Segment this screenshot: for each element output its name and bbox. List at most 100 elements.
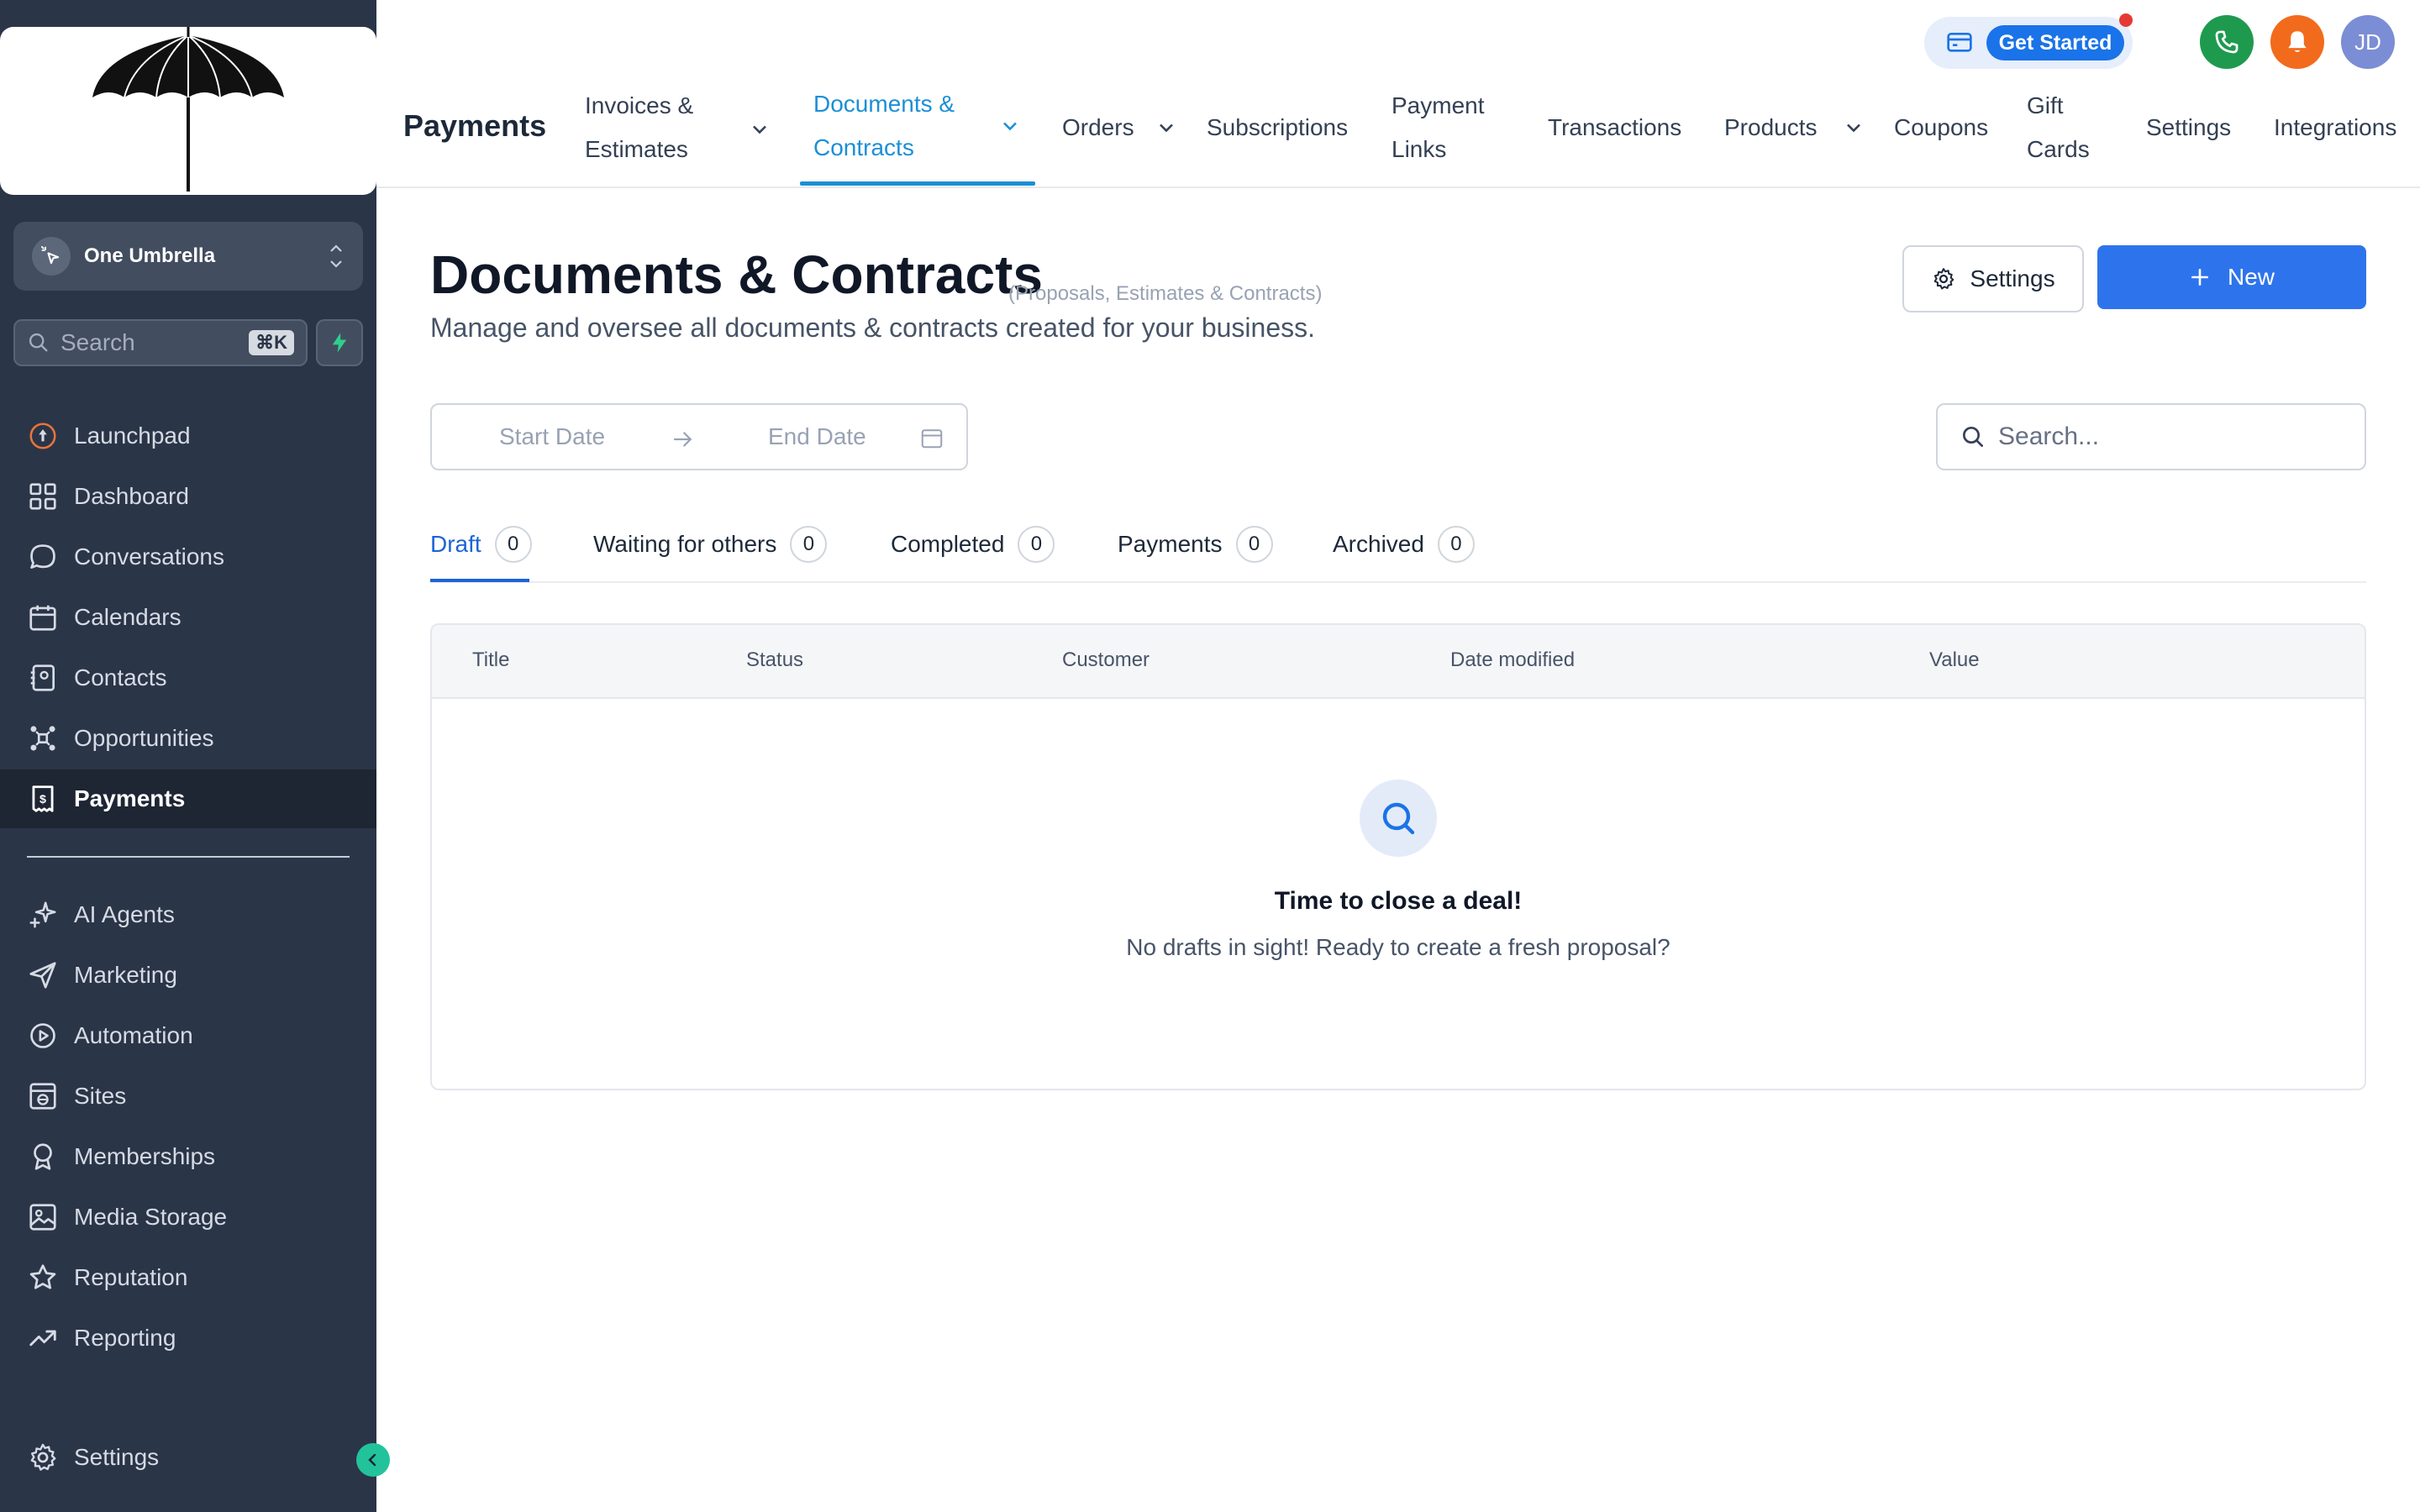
tab-label: Payments [1118,531,1223,557]
new-button[interactable]: New [2097,245,2366,309]
get-started-button[interactable]: Get Started [1986,25,2124,60]
sidebar-item-launchpad[interactable]: Launchpad [0,407,376,465]
tab-label: Archived [1333,531,1424,557]
new-button-label: New [2227,264,2275,290]
nav-label: Contracts [813,134,914,160]
user-avatar[interactable]: JD [2341,15,2395,69]
opportunities-icon [30,726,55,751]
tab-count: 0 [790,526,828,563]
lightning-icon [332,333,347,353]
nav-settings[interactable]: Settings [2146,106,2231,150]
nav-payment-links[interactable]: Payment Links [1392,84,1485,171]
date-range-picker[interactable]: Start Date End Date [430,403,968,470]
nav-gift-cards[interactable]: Gift Cards [2027,84,2090,171]
settings-button[interactable]: Settings [1902,245,2084,312]
sidebar-item-label: Settings [74,1444,160,1470]
column-header-value[interactable]: Value [1929,648,1980,672]
tab-payments[interactable]: Payments 0 [1118,521,1273,568]
automation-icon [30,1023,55,1048]
nav-label: Links [1392,136,1447,162]
sidebar-search[interactable]: Search ⌘K [13,319,308,366]
location-switcher[interactable]: One Umbrella [13,222,363,291]
start-date-input[interactable]: Start Date [499,423,605,450]
tab-draft[interactable]: Draft 0 [430,521,532,568]
empty-state-subtitle: No drafts in sight! Ready to create a fr… [1126,934,1670,960]
cursor-click-icon [40,245,60,265]
phone-button[interactable] [2200,15,2254,69]
documents-table: Title Status Customer Date modified Valu… [430,623,2366,1090]
sidebar-item-conversations[interactable]: Conversations [0,528,376,586]
page-subtitle: (Proposals, Estimates & Contracts) [1008,282,1323,305]
sidebar-item-label: Reporting [74,1325,176,1351]
search-placeholder: Search... [1998,423,2100,450]
dashboard-icon [29,483,56,510]
nav-products[interactable]: Products [1724,106,1818,150]
search-icon [1963,427,1983,447]
sidebar-item-memberships[interactable]: Memberships [0,1127,376,1186]
sidebar-item-settings[interactable]: Settings [0,1428,376,1487]
nav-subscriptions[interactable]: Subscriptions [1207,106,1348,150]
chevron-down-icon[interactable] [998,114,1022,138]
sidebar-item-label: AI Agents [74,901,175,927]
company-logo[interactable] [0,27,376,195]
tab-label: Draft [430,531,481,557]
chevron-down-icon[interactable] [748,118,771,141]
nav-coupons[interactable]: Coupons [1894,106,1988,150]
umbrella-logo-icon [92,27,284,192]
column-header-title[interactable]: Title [472,648,509,672]
sidebar-item-marketing[interactable]: Marketing [0,946,376,1005]
calendar-icon [29,605,56,631]
settings-button-label: Settings [1970,265,2055,291]
nav-invoices-estimates[interactable]: Invoices & Estimates [585,84,693,171]
tab-waiting-for-others[interactable]: Waiting for others 0 [593,521,828,568]
sidebar-search-placeholder: Search [60,329,135,355]
star-icon [29,1264,56,1289]
sidebar-item-reporting[interactable]: Reporting [0,1309,376,1368]
nav-orders[interactable]: Orders [1062,106,1134,150]
sidebar: One Umbrella Search ⌘K Launchpad Dashboar… [0,0,390,1512]
tab-completed[interactable]: Completed 0 [891,521,1055,568]
sidebar-item-dashboard[interactable]: Dashboard [0,467,376,526]
sidebar-item-reputation[interactable]: Reputation [0,1248,376,1307]
nav-label: Payment [1392,92,1485,118]
quick-action-button[interactable] [316,319,363,366]
nav-label: Documents & [813,91,955,117]
sidebar-item-payments[interactable]: $ Payments [0,769,376,828]
notification-dot [2119,13,2133,27]
nav-transactions[interactable]: Transactions [1548,106,1681,150]
collapse-sidebar-button[interactable] [356,1443,390,1477]
tab-archived[interactable]: Archived 0 [1333,521,1475,568]
sidebar-item-label: Calendars [74,604,182,630]
sites-icon [29,1083,56,1110]
contacts-icon [30,664,55,691]
sidebar-item-contacts[interactable]: Contacts [0,648,376,707]
membership-icon [34,1143,52,1170]
document-search-input[interactable]: Search... [1936,403,2366,470]
chat-icon [30,544,55,570]
nav-integrations[interactable]: Integrations [2274,106,2396,150]
sidebar-item-calendars[interactable]: Calendars [0,588,376,647]
nav-label: Gift [2027,92,2064,118]
location-avatar [32,237,71,276]
sidebar-item-label: Media Storage [74,1204,228,1230]
column-header-customer[interactable]: Customer [1062,648,1150,672]
gear-icon [30,1443,56,1471]
notifications-button[interactable] [2270,15,2324,69]
sidebar-item-label: Automation [74,1022,193,1048]
column-header-status[interactable]: Status [746,648,803,672]
end-date-input[interactable]: End Date [768,423,866,450]
tab-count: 0 [494,526,532,563]
search-icon [1382,802,1415,835]
sidebar-item-ai-agents[interactable]: AI Agents [0,885,376,944]
nav-documents-contracts[interactable]: Documents & Contracts [813,82,955,170]
sidebar-item-automation[interactable]: Automation [0,1006,376,1065]
sidebar-item-opportunities[interactable]: Opportunities [0,709,376,768]
send-icon [29,962,56,989]
sidebar-item-sites[interactable]: Sites [0,1067,376,1126]
column-header-date-modified[interactable]: Date modified [1450,648,1575,672]
chevron-down-icon[interactable] [1842,116,1865,139]
sidebar-item-media-storage[interactable]: Media Storage [0,1188,376,1247]
shortcut-badge: ⌘K [249,330,294,355]
chevron-down-icon[interactable] [1155,116,1178,139]
page-description: Manage and oversee all documents & contr… [430,312,1316,343]
